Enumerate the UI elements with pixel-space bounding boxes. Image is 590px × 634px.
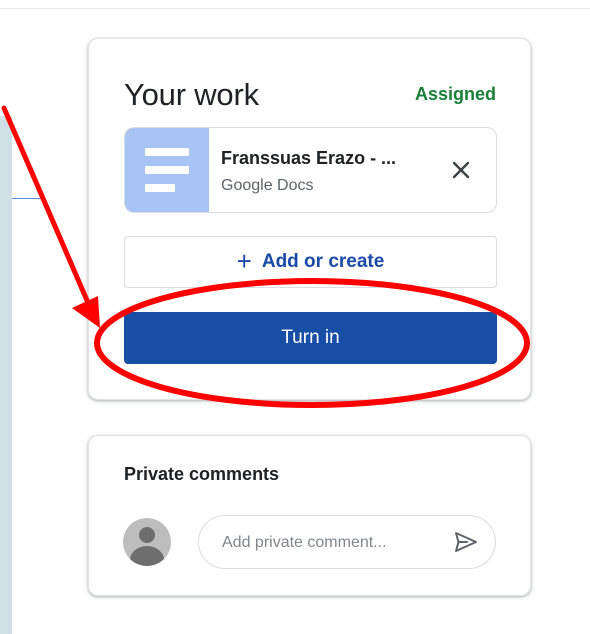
turn-in-button[interactable]: Turn in bbox=[124, 312, 497, 364]
close-icon[interactable] bbox=[448, 157, 474, 183]
avatar-body bbox=[130, 546, 164, 566]
page: Your work Assigned Franssuas Erazo - ...… bbox=[0, 0, 590, 634]
annotation-arrow-shaft bbox=[1, 105, 95, 315]
private-comments-title: Private comments bbox=[124, 464, 280, 484]
send-icon[interactable] bbox=[453, 530, 479, 554]
left-link-underline bbox=[12, 198, 42, 199]
add-or-create-button[interactable]: + Add or create bbox=[124, 236, 497, 288]
plus-icon: + bbox=[236, 245, 252, 276]
private-comment-field[interactable] bbox=[198, 515, 496, 570]
private-comment-input[interactable] bbox=[220, 516, 439, 570]
attachment-name: Franssuas Erazo - ... bbox=[221, 148, 397, 168]
attachment-card[interactable]: Franssuas Erazo - ... Google Docs bbox=[124, 127, 497, 213]
add-or-create-label: Add or create bbox=[261, 251, 385, 272]
top-divider bbox=[0, 8, 590, 9]
your-work-card: Your work Assigned Franssuas Erazo - ...… bbox=[88, 38, 531, 400]
doc-line bbox=[145, 166, 189, 174]
google-docs-icon bbox=[125, 128, 209, 212]
doc-line bbox=[145, 184, 175, 192]
default-avatar-icon bbox=[123, 518, 171, 566]
doc-line bbox=[145, 148, 189, 156]
turn-in-label: Turn in bbox=[281, 327, 340, 348]
your-work-title: Your work bbox=[124, 77, 259, 112]
avatar-head bbox=[139, 527, 155, 543]
left-panel bbox=[0, 116, 12, 634]
attachment-type: Google Docs bbox=[221, 177, 314, 194]
private-comments-card: Private comments bbox=[88, 435, 531, 596]
status-badge: Assigned bbox=[414, 84, 496, 104]
